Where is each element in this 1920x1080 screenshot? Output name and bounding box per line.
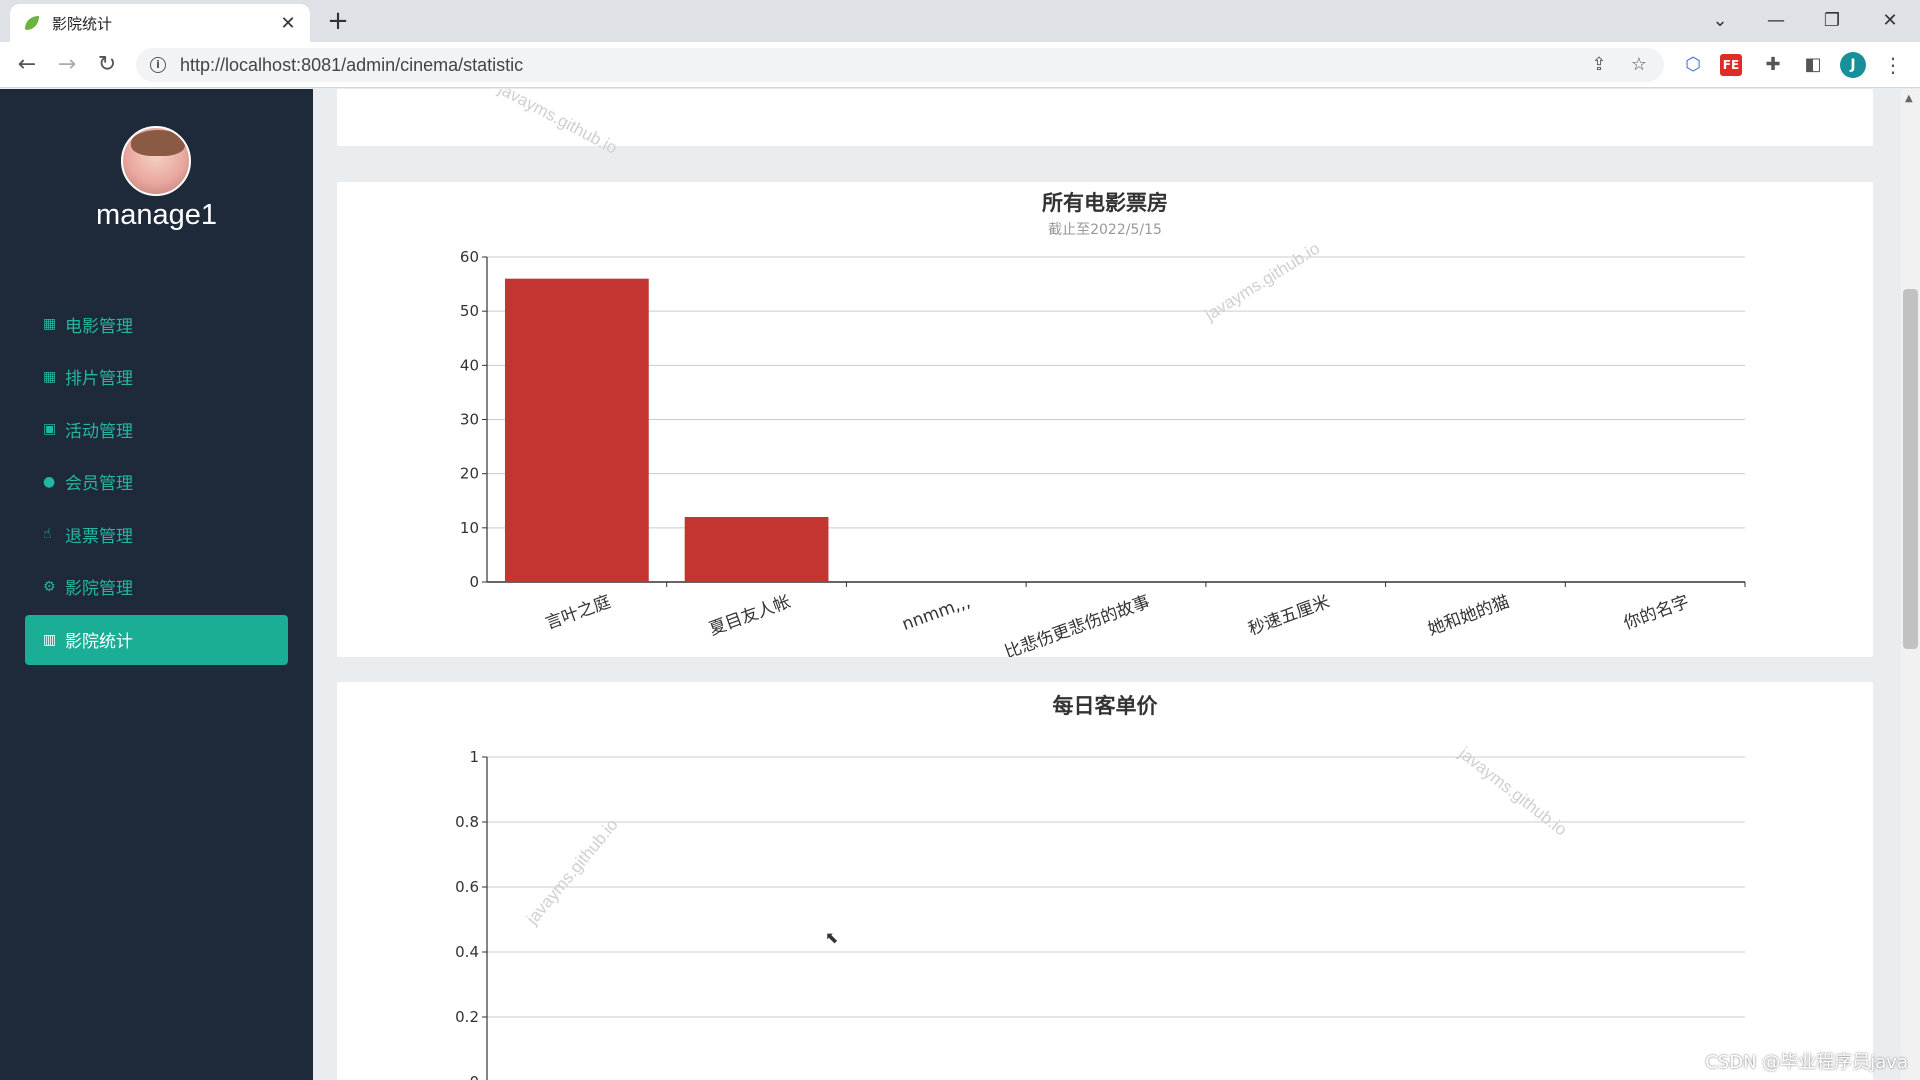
scroll-up-icon[interactable]: ▲ [1905,93,1913,104]
y-tick-label: 30 [460,411,479,429]
sidebar: manage1 ▦ 电影管理 ▦ 排片管理 ▣ 活动管理 ● 会员管理 ☝ 退票… [0,89,313,1080]
y-tick-label: 60 [460,248,479,266]
page-scrollbar[interactable]: ▲ [1901,89,1920,1080]
calendar-icon: ▦ [43,368,57,385]
browser-toolbar: ← → ↻ i http://localhost:8081/admin/cine… [0,42,1920,88]
film-icon: ▦ [43,316,57,332]
tab-title: 影院统计 [52,14,113,33]
profile-avatar[interactable]: J [1840,52,1866,78]
menu-kebab-icon[interactable]: ⋮ [1880,52,1906,78]
x-tick-label: 她和她的猫 [1425,592,1512,640]
site-info-icon[interactable]: i [150,57,166,73]
address-bar[interactable]: i http://localhost:8081/admin/cinema/sta… [136,48,1664,82]
sidebar-item-statistic[interactable]: ▥ 影院统计 [25,614,288,665]
scroll-thumb[interactable] [1903,289,1918,649]
sidebar-item-schedule[interactable]: ▦ 排片管理 [25,352,288,402]
hand-icon: ☝ [43,526,52,543]
share-icon[interactable]: ⇪ [1586,52,1612,78]
box-office-chart-card: 所有电影票房 截止至2022/5/15 0 10 20 30 40 50 60 言叶之庭 夏目友… [337,182,1873,657]
y-tick-label: 0 [469,573,479,591]
main-content: javayms.github.io 所有电影票房 截止至2022/5/15 01… [313,89,1901,1080]
bookmark-star-icon[interactable]: ☆ [1626,52,1652,78]
side-panel-icon[interactable]: ◧ [1800,52,1826,78]
mouse-cursor-icon: ⬉ [825,928,839,947]
csdn-watermark: CSDN @毕业程序员java [1705,1052,1908,1073]
gift-icon: ▣ [43,421,57,438]
cogs-icon: ⚙ [43,578,56,595]
previous-chart-card: javayms.github.io [337,89,1873,158]
close-window-icon[interactable]: ✕ [1870,6,1910,36]
sidebar-item-label: 活动管理 [65,421,133,442]
restore-icon[interactable]: ❐ [1812,6,1852,36]
sidebar-item-movie[interactable]: ▦ 电影管理 [25,299,288,349]
y-tick-label: 20 [460,465,479,483]
x-tick-label: 比悲伤更悲伤的故事 [1002,592,1153,657]
bar-chart-icon: ▥ [43,631,57,648]
sidebar-item-label: 影院管理 [65,579,133,600]
sidebar-item-label: 排片管理 [65,369,133,390]
x-tick-label: 秒速五厘米 [1246,592,1333,640]
y-tick-label: 0 [469,1073,479,1080]
sidebar-item-cinema[interactable]: ⚙ 影院管理 [25,562,288,612]
x-tick-label: 言叶之庭 [543,592,614,634]
extension-hexagon-icon[interactable]: ⬡ [1680,52,1706,78]
bar [684,517,829,582]
y-tick-label: 0.6 [455,878,479,896]
x-tick-label: 夏目友人帐 [707,592,794,640]
sidebar-item-refund[interactable]: ☝ 退票管理 [25,509,288,559]
reload-icon[interactable]: ↻ [92,50,122,80]
sidebar-item-activity[interactable]: ▣ 活动管理 [25,404,288,454]
new-tab-icon[interactable]: + [324,8,352,36]
username: manage1 [96,199,217,231]
close-tab-icon[interactable]: ✕ [278,13,298,34]
sidebar-item-label: 退票管理 [65,526,133,547]
sidebar-item-label: 影院统计 [65,632,133,653]
browser-tab-bar: 影院统计 ✕ + ⌄ — ❐ ✕ [0,0,1920,42]
box-office-bar-chart: 0 10 20 30 40 50 60 言叶之庭 夏目友人帐 nnmm,,, 比悲伤更悲伤的故事 秒速… [460,248,1746,657]
y-tick-label: 0.8 [455,813,479,831]
spring-leaf-icon [25,16,39,30]
avatar [121,126,191,196]
back-icon[interactable]: ← [12,50,42,80]
y-tick-label: 40 [460,356,479,374]
sidebar-item-member[interactable]: ● 会员管理 [25,457,288,507]
sidebar-item-label: 电影管理 [65,316,133,337]
user-icon: ● [43,473,56,490]
minimize-icon[interactable]: — [1756,6,1796,36]
x-tick-label: 你的名字 [1621,592,1692,634]
browser-tab[interactable]: 影院统计 ✕ [10,4,310,42]
puzzle-icon[interactable]: ✚ [1760,52,1786,78]
bar [504,278,649,582]
forward-icon[interactable]: → [52,50,82,80]
x-tick-label: nnmm,,, [900,592,973,635]
y-tick-label: 1 [469,748,479,766]
y-tick-label: 0.2 [455,1008,479,1026]
y-tick-label: 50 [460,302,479,320]
fe-extension-icon[interactable]: FE [1720,54,1742,76]
daily-price-chart-card: 每日客单价 00.20.40.60.81 javayms.github.io j… [337,682,1873,1080]
sidebar-menu: ▦ 电影管理 ▦ 排片管理 ▣ 活动管理 ● 会员管理 ☝ 退票管理 ⚙ 影院管… [25,299,288,667]
y-tick-label: 10 [460,519,479,537]
watermark: javayms.github.io [495,89,621,158]
sidebar-item-label: 会员管理 [65,474,133,495]
url-text: http://localhost:8081/admin/cinema/stati… [180,54,524,75]
y-tick-label: 0.4 [455,943,479,961]
tab-search-icon[interactable]: ⌄ [1700,6,1740,36]
